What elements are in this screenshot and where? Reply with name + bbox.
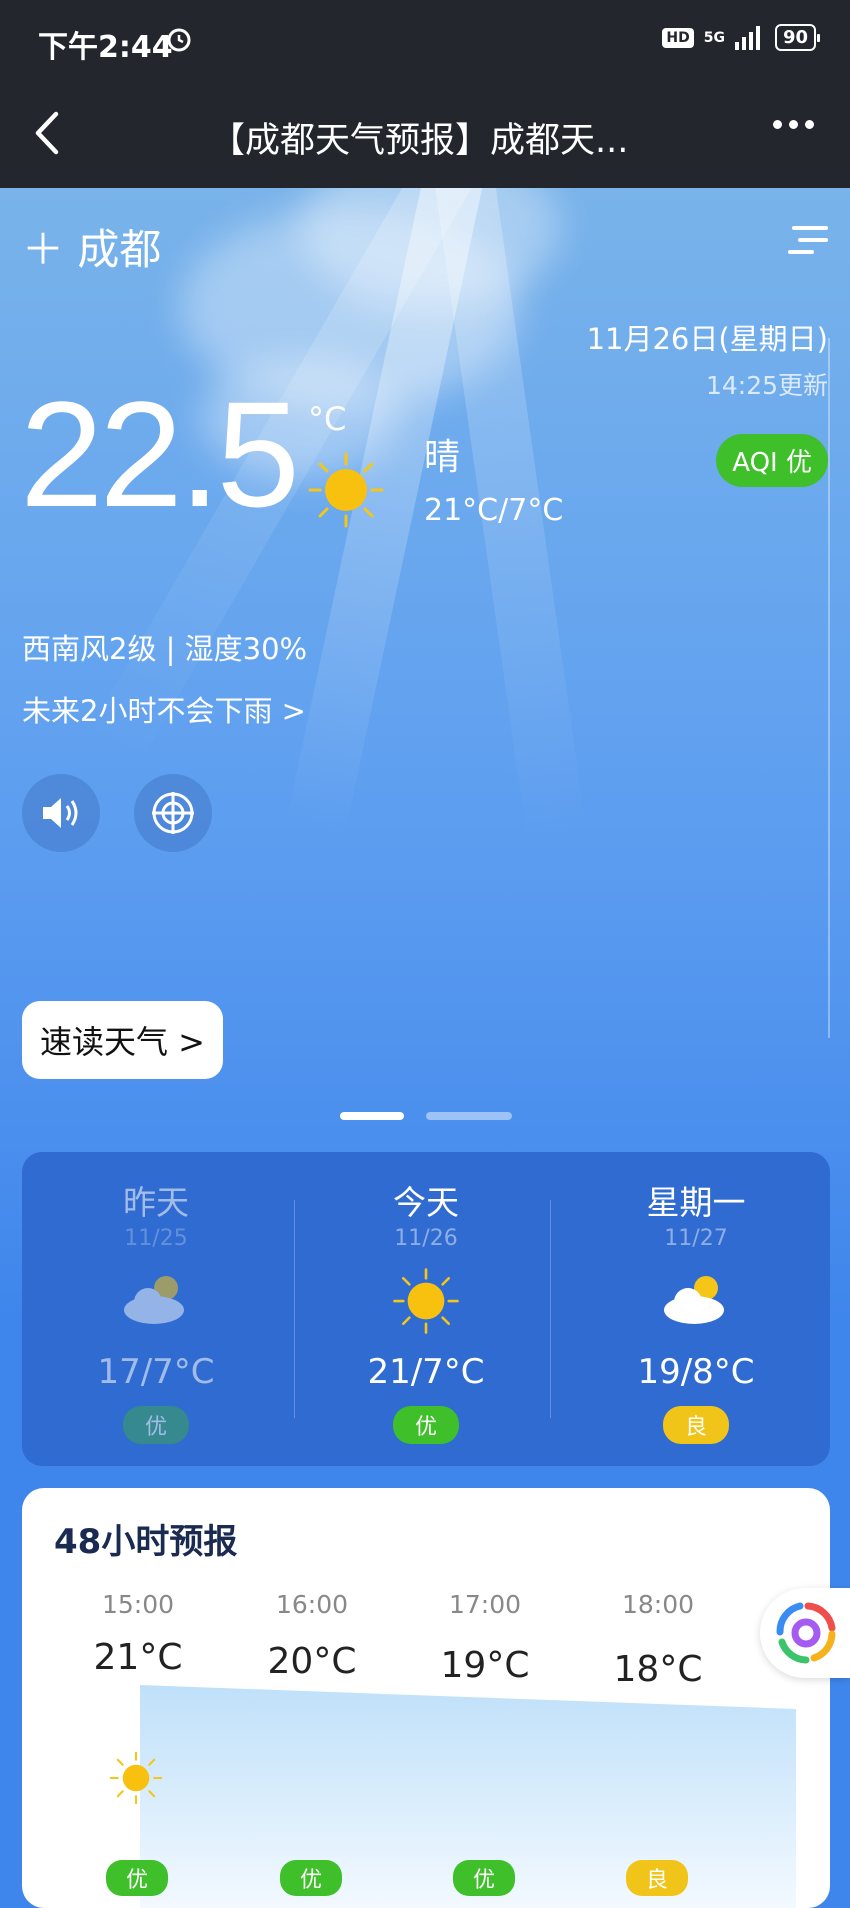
add-city-icon[interactable]: ＋ [22,225,64,274]
sun-icon [109,1751,163,1805]
partly-cloudy-icon [664,1276,724,1324]
colorful-swirl-icon [776,1602,836,1664]
hour-temperature: 18°C [613,1649,703,1690]
page-indicator [340,1112,512,1120]
weather-hero: ＋ 成都 11月26日(星期日) 14:25更新 AQI 优 22.5 °C 晴… [0,188,850,1318]
hour-time: 15:00 [101,1590,175,1619]
hour-time: 16:00 [275,1590,349,1619]
hd-badge: HD [662,27,694,48]
date-label: 11月26日(星期日) [586,322,828,356]
hour-temperature: 19°C [440,1645,530,1686]
hour-time: 18:00 [621,1590,695,1619]
page-dot-active [340,1112,404,1120]
temperature-area [139,1683,797,1908]
floating-app-button[interactable] [760,1588,850,1678]
day-date: 11/26 [394,1226,458,1251]
day-aqi-badge: 优 [122,1406,190,1444]
hour-item: 15:00 21°C [78,1590,198,1678]
update-time: 14:25更新 [705,371,828,400]
battery-indicator: 90 [774,24,821,51]
hour-aqi-badge: 良 [626,1860,689,1896]
weather-condition: 晴 [424,437,461,478]
speaker-icon [43,798,78,828]
hour-temperature: 21°C [93,1637,183,1678]
city-name: 成都 [77,225,162,274]
three-day-forecast: 昨天 11/25 17/7°C 优 今天 11/26 21/7°C 优 星期一 … [22,1152,830,1466]
aqi-badge[interactable]: AQI 优 [716,434,828,487]
rain-forecast-link[interactable]: 未来2小时不会下雨 > [22,688,306,730]
voice-broadcast-button[interactable] [22,774,100,852]
radar-icon [152,792,194,834]
signal-icon [734,25,760,50]
top-bar: 下午2:44 HD 5G 90 【成都天气预报】成都天... [0,0,850,188]
radar-button[interactable] [134,774,212,852]
day-date: 11/25 [124,1226,188,1251]
hour-aqi-badge: 优 [106,1860,169,1896]
hour-temperature: 20°C [267,1641,357,1682]
day-name: 昨天 [123,1183,189,1222]
menu-icon[interactable] [788,222,830,258]
hour-aqi-badge: 优 [280,1860,343,1896]
network-label: 5G [703,29,725,46]
partly-cloudy-icon [124,1276,184,1324]
current-temperature: 22.5 [20,370,300,538]
day-temperature: 21/7°C [367,1352,485,1392]
wind-humidity: 西南风2级 | 湿度30% [22,632,308,666]
status-icons: HD 5G 90 [662,24,821,51]
day-aqi-badge: 优 [392,1406,460,1444]
day-monday[interactable]: 星期一 11/27 19/8°C 良 [562,1152,830,1466]
day-date: 11/27 [664,1226,728,1251]
day-name: 今天 [393,1183,459,1222]
day-yesterday[interactable]: 昨天 11/25 17/7°C 优 [22,1152,290,1466]
page-dot [426,1112,512,1120]
more-options-button[interactable] [773,120,814,129]
day-name: 星期一 [646,1183,746,1222]
hour-item: 18:00 18°C [598,1590,718,1690]
back-button[interactable] [28,108,68,158]
day-today[interactable]: 今天 11/26 21/7°C 优 [292,1152,560,1466]
hour-time: 17:00 [448,1590,522,1619]
day-aqi-badge: 良 [662,1406,730,1444]
page-title: 【成都天气预报】成都天... [210,121,629,161]
alarm-icon [167,28,191,52]
hour-aqi-badge: 优 [453,1860,516,1896]
sun-icon [393,1268,459,1334]
hour-item: 16:00 20°C [252,1590,372,1682]
hourly-forecast-card: 48小时预报 15:00 21°C 16:00 20°C 17:00 19°C … [22,1488,830,1908]
day-temperature: 19/8°C [637,1352,755,1392]
scroll-indicator [828,338,830,1038]
hour-item: 17:00 19°C [425,1590,545,1686]
sun-icon [308,452,384,528]
status-time: 下午2:44 [38,30,173,65]
speed-read-button[interactable]: 速读天气 > [22,1001,223,1079]
city-selector[interactable]: ＋ 成都 [22,216,161,277]
temperature-unit: °C [308,400,347,438]
day-temperature: 17/7°C [97,1352,215,1392]
temperature-range: 21°C/7°C [424,493,564,528]
